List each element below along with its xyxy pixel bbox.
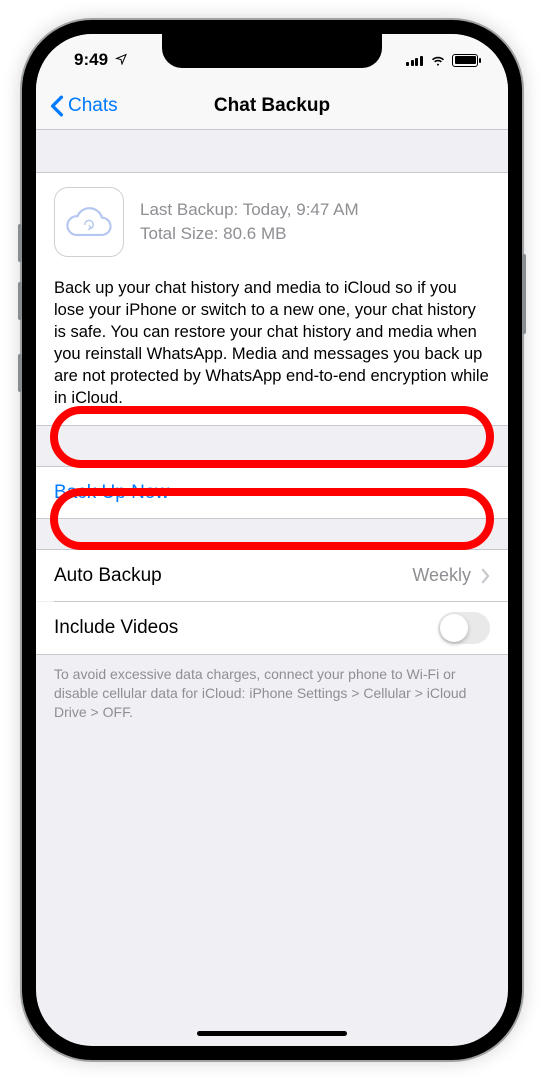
back-label: Chats [68, 95, 118, 117]
last-backup-label: Last Backup: [140, 200, 238, 219]
footer-note: To avoid excessive data charges, connect… [36, 655, 508, 722]
location-icon [115, 52, 127, 68]
include-videos-toggle[interactable] [438, 612, 490, 644]
cellular-icon [406, 54, 424, 66]
screen: 9:49 Chats Chat Backup [36, 34, 508, 1046]
include-videos-row: Include Videos [36, 602, 508, 654]
total-size-label: Total Size: [140, 224, 218, 243]
iphone-frame: 9:49 Chats Chat Backup [22, 20, 522, 1060]
chevron-right-icon [481, 568, 490, 584]
back-button[interactable]: Chats [50, 82, 118, 129]
backup-info-card: Last Backup: Today, 9:47 AM Total Size: … [36, 172, 508, 426]
back-up-now-button[interactable]: Back Up Now [36, 466, 508, 518]
page-title: Chat Backup [214, 95, 330, 117]
status-time: 9:49 [74, 50, 127, 70]
notch [162, 34, 382, 68]
home-indicator[interactable] [197, 1031, 347, 1036]
auto-backup-value: Weekly [412, 565, 471, 586]
last-backup-value: Today, 9:47 AM [243, 200, 359, 219]
auto-backup-row[interactable]: Auto Backup Weekly [36, 549, 508, 601]
clock-text: 9:49 [74, 50, 108, 69]
content-area: Last Backup: Today, 9:47 AM Total Size: … [36, 130, 508, 1046]
cloud-backup-icon [54, 187, 124, 257]
status-right [406, 52, 478, 68]
nav-bar: Chats Chat Backup [36, 82, 508, 130]
battery-icon [452, 54, 478, 67]
backup-description: Back up your chat history and media to i… [54, 277, 490, 409]
auto-backup-label: Auto Backup [54, 565, 162, 587]
include-videos-label: Include Videos [54, 617, 178, 639]
total-size-value: 80.6 MB [223, 224, 286, 243]
back-up-now-label: Back Up Now [54, 482, 169, 504]
wifi-icon [430, 52, 446, 68]
backup-stats: Last Backup: Today, 9:47 AM Total Size: … [140, 198, 359, 246]
